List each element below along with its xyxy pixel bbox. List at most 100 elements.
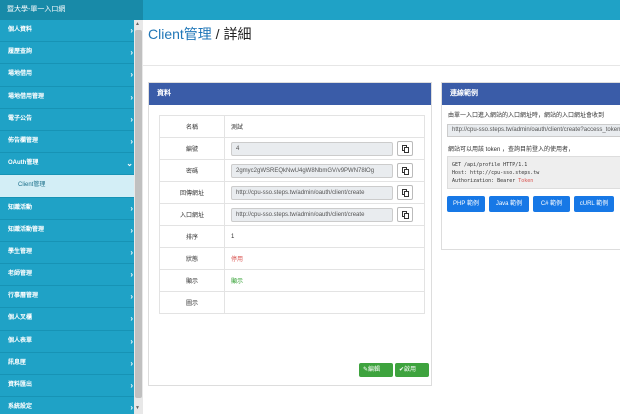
copy-button[interactable] [397,163,413,178]
sidebar-item-label: 場地借用 [8,71,33,78]
table-row: 排序 1 [159,225,425,248]
page-title: Client管理 / 詳細 [148,24,251,44]
row-value: http://cpu-sso.steps.tw/admin/oauth/clie… [224,203,425,226]
sidebar-item-resume-query[interactable]: 履歷查詢 › [0,42,143,65]
sidebar-item-system-settings[interactable]: 系統設定 › [0,397,143,414]
edit-button-label: 編輯 [368,367,381,373]
scroll-down-arrow-icon[interactable]: ▼ [135,405,140,411]
sidebar-item-knowledge-events[interactable]: 知識活動 › [0,198,143,220]
sidebar-item-label: 行事曆管理 [8,293,39,300]
sidebar-item-oauth-admin[interactable]: OAuth管理 ⌄ [0,153,143,176]
sidebar: 個人資料 › 履歷查詢 › 場地借用 › 場地借用管理 › 電子公告 › 佈告欄管理 › O… [0,20,143,414]
sidebar-item-student-admin[interactable]: 學生管理 › [0,242,143,265]
table-row: 狀態 停用 [159,247,425,270]
sidebar-item-label: 學生管理 [8,248,33,255]
sort-order-value: 1 [224,225,425,248]
row-label: 狀態 [159,247,225,270]
sidebar-item-knowledge-events-admin[interactable]: 知識活動管理 › [0,220,143,242]
sidebar-item-venue-borrow[interactable]: 場地借用 › [0,64,143,87]
chevron-right-icon: › [130,403,133,413]
title-divider [143,65,620,66]
copy-button[interactable] [397,141,413,156]
client-name-value: 測試 [224,115,425,138]
connection-description: 由單一入口進入網站的入口網址時，網站的入口網址會收到 [448,113,605,119]
copy-icon [404,169,409,175]
sidebar-item-label: 個人表單 [8,337,33,344]
curl-example-button[interactable]: cURL 範例 [574,196,614,212]
client-id-field[interactable]: 4 [231,141,393,156]
sidebar-item-label: 個人資料 [8,27,33,33]
sidebar-item-personal-locker[interactable]: 個人叉櫃 › [0,308,143,331]
page-title-separator: / [211,26,224,42]
copy-icon [404,147,409,153]
sidebar-item-calendar-admin[interactable]: 行事曆管理 › [0,286,143,309]
edit-button[interactable]: ✎編輯 [359,363,393,377]
chevron-right-icon: › [130,203,133,213]
sidebar-item-label: 場地借用管理 [8,93,45,100]
sidebar-item-label: 佈告欄管理 [8,137,39,144]
sidebar-item-client-admin[interactable]: Client管理 [0,175,143,198]
sidebar-item-personal-info[interactable]: 個人資料 › [0,20,143,43]
chevron-right-icon: › [130,70,133,80]
sidebar-item-label: 系統設定 [8,404,33,411]
scroll-up-arrow-icon[interactable]: ▲ [135,21,140,27]
sidebar-item-teacher-admin[interactable]: 老師管理 › [0,264,143,287]
info-panel-heading: 資料 [149,83,431,105]
sidebar-item-label: Client管理 [18,182,46,189]
row-label: 排序 [159,225,225,248]
chevron-right-icon: › [130,114,133,124]
icon-value [224,291,425,314]
sidebar-scroll-thumb[interactable] [135,30,142,398]
row-label: 顯示 [159,269,225,292]
chevron-right-icon: › [130,225,133,235]
chevron-right-icon: › [130,270,133,280]
copy-icon [404,191,409,197]
connection-example-panel: 連線範例 由單一入口進入網站的入口網址時，網站的入口網址會收到 http://c… [441,82,620,250]
table-row: 回傳網址 http://cpu-sso.steps.tw/admin/oauth… [159,181,425,204]
status-value: 停用 [224,247,425,270]
copy-icon [404,213,409,219]
brand-title[interactable]: 暨大學-單一入口網 [0,0,143,20]
client-secret-field[interactable]: 2gmyc2gWSREQkNwU4gW8NbmGV/v9PWN78lOg [231,163,393,178]
table-row: 顯示 顯示 [159,269,425,292]
code-line: Authorization: Bearer Token [452,177,620,185]
copy-button[interactable] [397,185,413,200]
sidebar-item-label: 老師管理 [8,271,33,278]
callback-url-field[interactable]: http://cpu-sso.steps.tw/admin/oauth/clie… [447,124,620,137]
sidebar-item-label: 知識活動管理 [8,226,45,233]
java-example-button[interactable]: Java 範例 [489,196,529,212]
code-line: Host: http://cpu-sso.steps.tw [452,170,540,176]
row-value: 4 [224,137,425,160]
sidebar-item-label: 電子公告 [8,115,33,122]
enable-button[interactable]: ✔啟用 [395,363,429,377]
row-label: 密碼 [159,159,225,182]
copy-button[interactable] [397,207,413,222]
enable-button-label: 啟用 [404,367,417,373]
table-row: 編號 4 [159,137,425,160]
entry-url-field[interactable]: http://cpu-sso.steps.tw/admin/oauth/clie… [231,207,393,222]
sidebar-item-bulletin-admin[interactable]: 佈告欄管理 › [0,131,143,154]
sidebar-item-data-export[interactable]: 資料匯出 › [0,375,143,398]
sidebar-item-label: 知識活動 [8,204,33,211]
display-value: 顯示 [224,269,425,292]
chevron-right-icon: › [130,136,133,146]
sidebar-item-label: 個人叉櫃 [8,315,33,322]
redirect-url-field[interactable]: http://cpu-sso.steps.tw/admin/oauth/clie… [231,185,393,200]
chevron-right-icon: › [130,247,133,257]
chevron-down-icon: ⌄ [126,159,133,169]
chevron-right-icon: › [130,26,133,35]
sidebar-item-venue-borrow-admin[interactable]: 場地借用管理 › [0,87,143,109]
page-title-section[interactable]: Client管理 [148,26,212,42]
table-row: 密碼 2gmyc2gWSREQkNwU4gW8NbmGV/v9PWN78lOg [159,159,425,182]
sidebar-item-personal-forms[interactable]: 個人表單 › [0,331,143,353]
php-example-button[interactable]: PHP 範例 [447,196,485,212]
connection-panel-heading: 連線範例 [442,83,620,105]
sidebar-item-inbox[interactable]: 訊息匣 › [0,353,143,375]
token-description: 網站可以用該 token ，查詢目前登入的使用者， [448,147,575,153]
chevron-right-icon: › [130,292,133,302]
csharp-example-button[interactable]: C# 範例 [533,196,570,212]
code-auth-prefix: Authorization: Bearer [452,178,519,184]
chevron-right-icon: › [130,358,133,368]
sidebar-item-announcements[interactable]: 電子公告 › [0,109,143,131]
row-label: 入口網址 [159,203,225,226]
